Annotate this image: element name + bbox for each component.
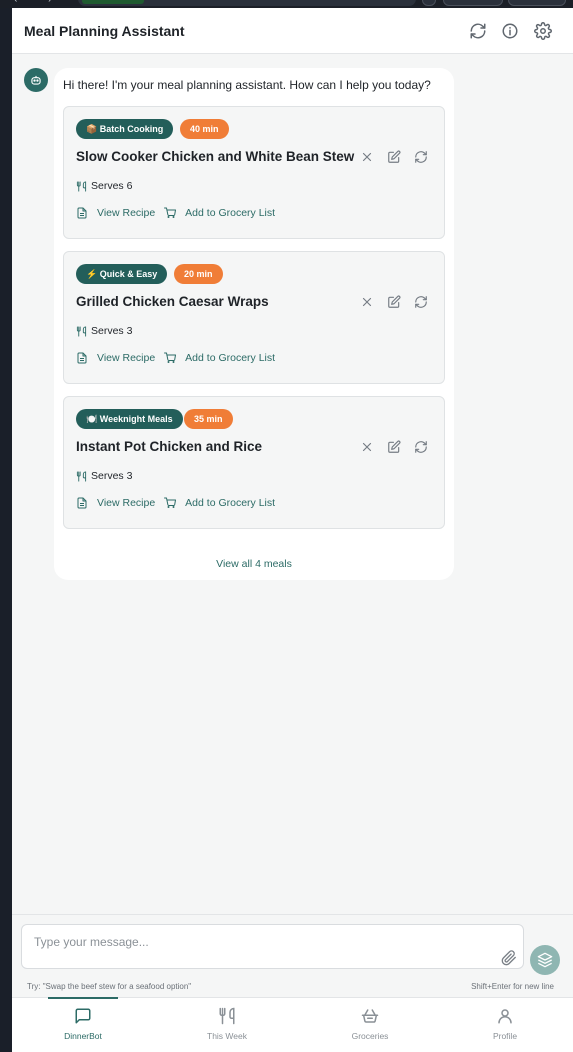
view-recipe-label: View Recipe	[97, 352, 156, 364]
add-to-grocery-label: Add to Grocery List	[185, 352, 276, 364]
serves-info: Serves 6	[76, 180, 132, 192]
basket-icon	[361, 1009, 379, 1023]
nav-label: This Week	[207, 1031, 247, 1041]
chat-icon	[75, 1008, 91, 1024]
category-emoji: 📦	[86, 124, 98, 134]
category-emoji: 🍽️	[86, 414, 98, 424]
meal-card: ⚡ Quick & Easy 20 min Grilled Chicken Ca…	[63, 251, 445, 384]
nav-item-this-week[interactable]: This Week	[182, 1007, 272, 1041]
layers-icon	[537, 952, 553, 968]
cart-icon	[164, 352, 177, 363]
swap-icon[interactable]	[414, 150, 428, 164]
view-recipe-link[interactable]: View Recipe	[76, 352, 155, 364]
swap-icon[interactable]	[414, 440, 428, 454]
page-title: Meal Planning Assistant	[24, 23, 185, 39]
utensils-icon	[76, 180, 87, 192]
add-to-grocery-link[interactable]: Add to Grocery List	[164, 497, 275, 509]
user-icon	[498, 1009, 512, 1024]
settings-icon[interactable]	[534, 22, 552, 40]
time-badge: 40 min	[180, 119, 229, 139]
assistant-greeting: Hi there! I'm your meal planning assista…	[63, 78, 431, 92]
meal-title: Instant Pot Chicken and Rice	[76, 439, 263, 454]
assistant-message: Hi there! I'm your meal planning assista…	[54, 68, 454, 580]
edit-icon[interactable]	[387, 150, 401, 164]
serves-label: Serves 3	[91, 325, 133, 337]
swap-icon[interactable]	[414, 295, 428, 309]
cart-icon	[164, 207, 177, 218]
card-actions: View Recipe Add to Grocery List	[76, 207, 284, 219]
bottom-nav: DinnerBot This Week Groceries Profile	[12, 997, 573, 1052]
view-recipe-link[interactable]: View Recipe	[76, 497, 155, 509]
meal-title: Grilled Chicken Caesar Wraps	[76, 294, 269, 309]
serves-label: Serves 6	[91, 180, 133, 192]
serves-info: Serves 3	[76, 325, 132, 337]
category-badge: 🍽️ Weeknight Meals	[76, 409, 183, 429]
address-badge	[82, 0, 144, 4]
refresh-icon[interactable]	[469, 22, 487, 40]
category-label: Batch Cooking	[99, 124, 164, 134]
utensils-icon	[76, 470, 87, 482]
browser-toolbar: ‹ › ○	[0, 0, 573, 8]
suggestion-hint: Try: "Swap the beef stew for a seafood o…	[27, 982, 192, 991]
nav-label: Profile	[492, 1031, 518, 1041]
extension-icon[interactable]	[422, 0, 436, 6]
nav-item-profile[interactable]: Profile	[460, 1007, 550, 1041]
category-label: Weeknight Meals	[99, 414, 173, 424]
bot-face-icon	[31, 75, 41, 85]
info-icon[interactable]	[501, 22, 519, 40]
app-window: Meal Planning Assistant Hi there! I'm yo…	[12, 8, 573, 1052]
document-icon	[77, 352, 87, 364]
utensils-icon	[76, 325, 87, 337]
add-to-grocery-link[interactable]: Add to Grocery List	[164, 207, 275, 219]
message-input[interactable]: Type your message...	[21, 924, 524, 969]
message-placeholder: Type your message...	[34, 935, 149, 949]
bot-avatar	[24, 68, 48, 92]
time-badge: 35 min	[184, 409, 233, 429]
serves-info: Serves 3	[76, 470, 132, 482]
add-to-grocery-label: Add to Grocery List	[185, 207, 276, 219]
meal-card: 🍽️ Weeknight Meals 35 min Instant Pot Ch…	[63, 396, 445, 529]
paperclip-icon[interactable]	[501, 950, 517, 966]
cart-icon	[164, 497, 177, 508]
nav-label: DinnerBot	[64, 1031, 102, 1041]
card-actions: View Recipe Add to Grocery List	[76, 352, 284, 364]
meal-card: 📦 Batch Cooking 40 min Slow Cooker Chick…	[63, 106, 445, 239]
remove-icon[interactable]	[360, 440, 374, 454]
new-tab-chip[interactable]	[508, 0, 566, 6]
edit-icon[interactable]	[387, 440, 401, 454]
category-label: Quick & Easy	[99, 269, 158, 279]
nav-item-dinnerbot[interactable]: DinnerBot	[38, 997, 128, 1041]
view-all-meals-link[interactable]: View all 4 meals	[54, 558, 454, 570]
add-to-grocery-link[interactable]: Add to Grocery List	[164, 352, 275, 364]
add-to-grocery-label: Add to Grocery List	[185, 497, 276, 509]
remove-icon[interactable]	[360, 295, 374, 309]
document-icon	[77, 207, 87, 219]
utensils-icon	[219, 1007, 235, 1025]
document-icon	[77, 497, 87, 509]
category-emoji: ⚡	[86, 269, 98, 279]
category-badge: ⚡ Quick & Easy	[76, 264, 168, 284]
view-recipe-label: View Recipe	[97, 497, 156, 509]
serves-label: Serves 3	[91, 470, 133, 482]
view-recipe-link[interactable]: View Recipe	[76, 207, 155, 219]
view-recipe-label: View Recipe	[97, 207, 156, 219]
window-edge	[0, 8, 12, 1052]
remove-icon[interactable]	[360, 150, 374, 164]
nav-item-groceries[interactable]: Groceries	[325, 1007, 415, 1041]
newline-hint: Shift+Enter for new line	[471, 982, 554, 991]
time-badge: 20 min	[174, 264, 223, 284]
message-composer: Type your message... Try: "Swap the beef…	[12, 914, 573, 998]
meal-title: Slow Cooker Chicken and White Bean Stew	[76, 149, 355, 164]
nav-label: Groceries	[351, 1031, 389, 1041]
card-actions: View Recipe Add to Grocery List	[76, 497, 284, 509]
edit-icon[interactable]	[387, 295, 401, 309]
devtools-chip[interactable]	[443, 0, 503, 6]
category-badge: 📦 Batch Cooking	[76, 119, 174, 139]
send-button[interactable]	[530, 945, 560, 975]
app-header: Meal Planning Assistant	[12, 8, 573, 54]
